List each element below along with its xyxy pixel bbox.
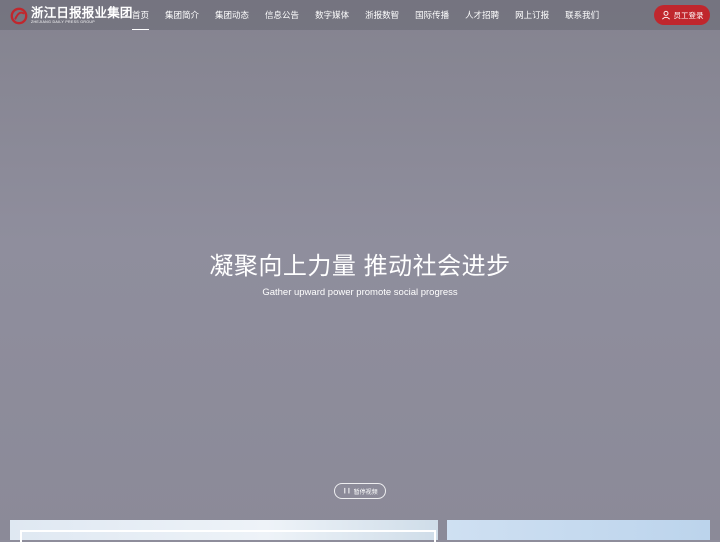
nav-item-contact[interactable]: 联系我们 (557, 0, 607, 30)
nav-item-international[interactable]: 国际传播 (407, 0, 457, 30)
nav-item-subscribe[interactable]: 网上订报 (507, 0, 557, 30)
site-logo[interactable]: 浙江日报报业集团 ZHEJIANG DAILY PRESS GROUP (10, 5, 133, 27)
staff-login-label: 员工登录 (673, 10, 704, 20)
pause-icon: ❙❙ (342, 488, 351, 494)
logo-mark-icon (10, 7, 28, 25)
logo-name-en: ZHEJIANG DAILY PRESS GROUP (31, 19, 95, 24)
main-nav: 首页 集团简介 集团动态 信息公告 数字媒体 浙报数智 国际传播 人才招聘 网上… (124, 0, 607, 30)
nav-item-careers[interactable]: 人才招聘 (457, 0, 507, 30)
nav-item-digital-media[interactable]: 数字媒体 (307, 0, 357, 30)
logo-name-cn: 浙江日报报业集团 (31, 6, 133, 21)
top-navbar: 浙江日报报业集团 ZHEJIANG DAILY PRESS GROUP 首页 集… (0, 0, 720, 30)
hero-subtitle: Gather upward power promote social progr… (262, 287, 458, 298)
nav-item-announcements[interactable]: 信息公告 (257, 0, 307, 30)
pause-video-button[interactable]: ❙❙ 暂停视频 (334, 483, 386, 499)
nav-item-news[interactable]: 集团动态 (207, 0, 257, 30)
nav-item-zhebao-digital[interactable]: 浙报数智 (357, 0, 407, 30)
user-icon (661, 10, 670, 20)
feature-card-right[interactable] (447, 520, 710, 540)
pause-video-label: 暂停视频 (353, 489, 378, 496)
hero-title: 凝聚向上力量 推动社会进步 (209, 253, 511, 280)
feature-card-left[interactable] (10, 520, 438, 542)
staff-login-button[interactable]: 员工登录 (654, 5, 710, 25)
nav-item-about[interactable]: 集团简介 (157, 0, 207, 30)
nav-item-home[interactable]: 首页 (124, 0, 157, 30)
feature-card-left-frame (20, 530, 436, 542)
